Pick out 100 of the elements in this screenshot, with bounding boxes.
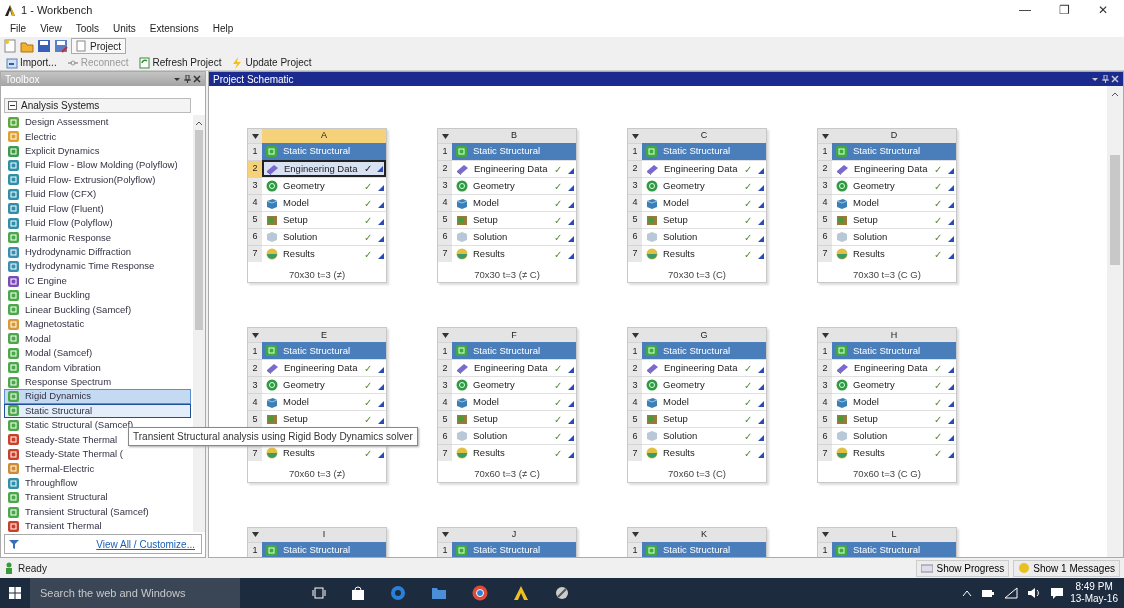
component-cell[interactable]: Geometry (642, 177, 740, 194)
collapse-button[interactable] (248, 328, 262, 343)
toolbox-item[interactable]: Design Assessment (4, 115, 191, 130)
component-cell[interactable]: Model (452, 393, 550, 411)
component-cell[interactable]: Model (642, 393, 740, 411)
toolbox-item[interactable]: Hydrodynamic Diffraction (4, 244, 191, 260)
component-cell[interactable]: Engineering Data ✓ (262, 160, 386, 177)
collapse-button[interactable] (438, 328, 452, 343)
toolbox-item[interactable]: Response Spectrum (4, 374, 191, 390)
system-block[interactable]: B 1 Static Structural 2 Engineering Data ✓ 3 Geometry ✓ 4 Model ✓ 5 Setup ✓ 6 Solution ✓ 7 Results ✓ 70x30 t=3 (≠ C) (437, 128, 577, 284)
component-cell[interactable]: Solution (262, 228, 360, 245)
component-cell[interactable]: Solution (832, 228, 930, 245)
component-cell[interactable]: Engineering Data (452, 359, 550, 377)
toolbox-item[interactable]: Fluid Flow (CFX) (4, 187, 191, 202)
system-block[interactable]: K 1 Static Structural (627, 526, 767, 557)
system-title-cell[interactable]: Static Structural (262, 143, 386, 160)
component-cell[interactable]: Geometry (262, 376, 360, 394)
toolbox-item[interactable]: IC Engine (4, 273, 191, 289)
system-block[interactable]: D 1 Static Structural 2 Engineering Data ✓ 3 Geometry ✓ 4 Model ✓ 5 Setup ✓ 6 Solution ✓ 7 Results ✓ 70x30 t=3 (C G) (817, 128, 957, 284)
toolbox-item[interactable]: Transient Thermal (4, 519, 191, 532)
scrollbar-thumb[interactable] (195, 130, 203, 330)
component-cell[interactable]: Solution (452, 427, 550, 445)
wifi-icon[interactable] (1004, 587, 1019, 599)
system-title-cell[interactable]: Static Structural (452, 342, 576, 360)
dropdown-icon[interactable] (1091, 75, 1099, 83)
status-button[interactable]: Show 1 Messages (1013, 559, 1120, 577)
toolbox-item[interactable]: Modal (Samcef) (4, 346, 191, 361)
save-icon[interactable] (37, 39, 51, 53)
toolbox-item[interactable]: Magnetostatic (4, 317, 191, 332)
column-header[interactable]: F (452, 328, 576, 343)
system-title-cell[interactable]: Static Structural (452, 143, 576, 160)
component-cell[interactable]: Setup (452, 211, 550, 228)
column-header[interactable]: J (452, 527, 576, 542)
toolbox-item[interactable]: Rigid Dynamics (4, 389, 191, 404)
component-cell[interactable]: Model (832, 194, 930, 211)
dropdown-icon[interactable] (173, 75, 181, 83)
round-app-icon[interactable] (472, 585, 488, 601)
column-header[interactable]: C (642, 129, 766, 143)
component-cell[interactable]: Engineering Data (642, 359, 740, 377)
component-cell[interactable]: Solution (452, 228, 550, 245)
column-header[interactable]: A (262, 129, 386, 143)
component-cell[interactable]: Geometry (452, 177, 550, 194)
toolbox-item[interactable]: Steady-State Thermal ( (4, 447, 191, 462)
component-cell[interactable]: Geometry (262, 177, 360, 194)
search-field[interactable]: Search the web and Windows (30, 578, 240, 608)
component-cell[interactable]: Engineering Data (832, 359, 930, 377)
system-title-cell[interactable]: Static Structural (262, 342, 386, 360)
pin-icon[interactable] (1099, 75, 1111, 83)
component-cell[interactable]: Model (262, 393, 360, 411)
collapse-button[interactable] (438, 527, 452, 542)
component-cell[interactable]: Geometry (452, 376, 550, 394)
component-cell[interactable]: Engineering Data (832, 160, 930, 177)
collapse-button[interactable] (628, 328, 642, 343)
toolbox-item[interactable]: Fluid Flow- Extrusion(Polyflow) (4, 172, 191, 188)
system-block[interactable]: F 1 Static Structural 2 Engineering Data ✓ 3 Geometry ✓ 4 Model ✓ 5 Setup ✓ 6 Solution ✓ 7 Results ✓ 70x60 t=3 (≠ C) (437, 327, 577, 483)
save-as-icon[interactable] (54, 39, 68, 53)
component-cell[interactable]: Geometry (832, 376, 930, 394)
collapse-button[interactable] (628, 129, 642, 143)
component-cell[interactable]: Setup (452, 410, 550, 428)
clock[interactable]: 8:49 PM 13-May-16 (1064, 581, 1124, 605)
collapse-button[interactable] (248, 129, 262, 143)
component-cell[interactable]: Solution (642, 427, 740, 445)
toolbox-item[interactable]: Hydrodynamic Time Response (4, 259, 191, 274)
component-cell[interactable]: Geometry (832, 177, 930, 194)
toolbox-item[interactable]: Throughflow (4, 475, 191, 491)
component-cell[interactable]: Engineering Data (642, 160, 740, 177)
collapse-button[interactable] (818, 328, 832, 343)
system-block[interactable]: J 1 Static Structural (437, 526, 577, 557)
component-cell[interactable]: Model (452, 194, 550, 211)
close-button[interactable]: ✕ (1086, 1, 1120, 19)
toolbox-item[interactable]: Linear Buckling (Samcef) (4, 302, 191, 318)
collapse-button[interactable] (818, 527, 832, 542)
component-cell[interactable]: Solution (832, 427, 930, 445)
app-logo-icon[interactable] (513, 585, 529, 601)
toolbox-item[interactable]: Thermal-Electric (4, 461, 191, 476)
component-cell[interactable]: Setup (262, 211, 360, 228)
system-block[interactable]: I 1 Static Structural (247, 526, 387, 557)
group-header[interactable]: Analysis Systems (4, 98, 191, 113)
toolbox-item[interactable]: Harmonic Response (4, 230, 191, 245)
windows-logo-icon[interactable] (9, 587, 21, 599)
toolbox-item[interactable]: Fluid Flow - Blow Molding (Polyflow) (4, 158, 191, 173)
column-header[interactable]: E (262, 328, 386, 343)
toolbox-item[interactable]: Modal (4, 331, 191, 346)
component-cell[interactable]: Engineering Data (452, 160, 550, 177)
toolbar-button[interactable]: Import... (4, 55, 59, 70)
system-block[interactable]: L 1 Static Structural (817, 526, 957, 557)
close-icon[interactable] (193, 75, 201, 83)
status-button[interactable]: Show Progress (916, 559, 1010, 577)
component-cell[interactable]: Setup (642, 211, 740, 228)
column-header[interactable]: G (642, 328, 766, 343)
toolbox-item[interactable]: Transient Structural (4, 490, 191, 505)
collapse-button[interactable] (438, 129, 452, 143)
menu-item[interactable]: File (10, 21, 27, 36)
column-header[interactable]: D (832, 129, 956, 143)
volume-icon[interactable] (1027, 587, 1042, 599)
system-title-cell[interactable]: Static Structural (642, 342, 766, 360)
menu-item[interactable]: Help (212, 21, 234, 36)
component-cell[interactable]: Model (262, 194, 360, 211)
system-block[interactable]: C 1 Static Structural 2 Engineering Data ✓ 3 Geometry ✓ 4 Model ✓ 5 Setup ✓ 6 Solution ✓ 7 Results ✓ 70x30 t=3 (C) (627, 128, 767, 284)
column-header[interactable]: L (832, 527, 956, 542)
